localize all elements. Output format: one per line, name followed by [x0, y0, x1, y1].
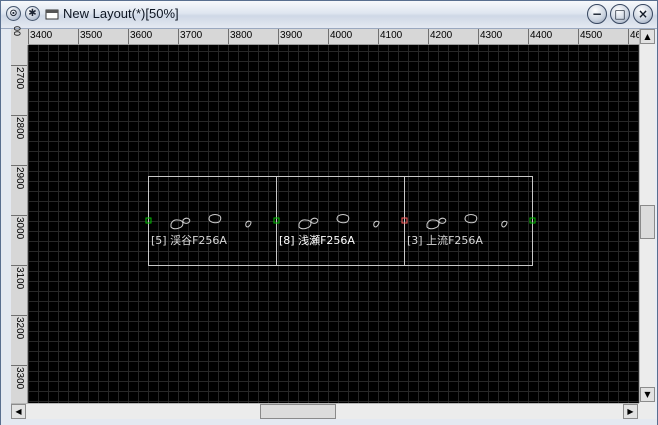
ruler-h-label: 3600	[130, 30, 153, 41]
ruler-h-tick	[278, 29, 279, 44]
ruler-h-tick	[28, 29, 29, 44]
arrow-right-icon: ▶	[627, 407, 634, 416]
ruler-h-tick	[78, 29, 79, 44]
window-title: New Layout(*)[50%]	[63, 6, 179, 21]
ruler-h-label: 3700	[180, 30, 203, 41]
ruler-h-label: 3800	[230, 30, 253, 41]
ruler-h-label: 3400	[30, 30, 53, 41]
ruler-h-label: 3500	[80, 30, 103, 41]
map-cell-3[interactable]	[426, 214, 508, 230]
title-bar[interactable]: ⊙ ✱ New Layout(*)[50%] − □ ×	[1, 1, 657, 29]
ruler-h-label: 4000	[330, 30, 353, 41]
ruler-h-label: 46	[630, 30, 639, 41]
scroll-right-button[interactable]: ▶	[623, 404, 638, 419]
window-menu-button[interactable]: ⊙	[6, 6, 21, 21]
window-bottom-edge	[1, 419, 657, 425]
vertical-scroll-thumb[interactable]	[640, 205, 655, 239]
ruler-h-tick	[228, 29, 229, 44]
ruler-h-label: 4100	[380, 30, 403, 41]
ruler-v-label: 2800	[14, 117, 25, 140]
layout-frame	[148, 176, 533, 266]
chevron-down-icon: ⊙	[9, 8, 18, 19]
ruler-h-tick	[178, 29, 179, 44]
arrow-down-icon: ▼	[644, 390, 651, 399]
scroll-left-button[interactable]: ◀	[11, 404, 26, 419]
ruler-h-tick	[528, 29, 529, 44]
horizontal-scrollbar[interactable]: ◀ ▶	[11, 403, 639, 419]
ruler-corner: 00	[11, 26, 28, 45]
ruler-h-tick	[328, 29, 329, 44]
ruler-v-tick	[11, 265, 27, 266]
close-button[interactable]: ×	[633, 4, 653, 24]
arrow-up-icon: ▲	[644, 32, 651, 41]
ruler-h-tick	[378, 29, 379, 44]
scroll-down-button[interactable]: ▼	[640, 387, 655, 402]
cell-label: [5] 渓谷F256A	[151, 234, 227, 247]
size-grip[interactable]	[639, 403, 655, 419]
layout-document-icon	[45, 9, 59, 20]
vertical-ruler: 2700 2800 2900 3000 3100 3200 3300	[11, 45, 28, 403]
ruler-v-tick	[11, 65, 27, 66]
ruler-corner-label: 00	[12, 26, 22, 37]
minimize-icon: −	[591, 7, 603, 21]
ruler-h-label: 3900	[280, 30, 303, 41]
vertical-scrollbar[interactable]: ▲ ▼	[639, 29, 655, 403]
pin-button[interactable]: ✱	[25, 6, 40, 21]
map-cell-2[interactable]	[298, 214, 380, 230]
horizontal-scroll-thumb[interactable]	[260, 404, 336, 419]
map-cell-1[interactable]	[170, 214, 252, 230]
ruler-h-tick	[578, 29, 579, 44]
ruler-v-label: 3000	[14, 217, 25, 240]
ruler-h-tick	[628, 29, 629, 44]
ruler-h-tick	[428, 29, 429, 44]
ruler-h-tick	[478, 29, 479, 44]
scroll-up-button[interactable]: ▲	[640, 29, 655, 44]
ruler-h-label: 4200	[430, 30, 453, 41]
ruler-v-label: 2700	[14, 67, 25, 90]
maximize-button[interactable]: □	[610, 4, 630, 24]
close-icon: ×	[637, 7, 649, 21]
pin-icon: ✱	[28, 8, 37, 19]
cell-label: [8] 浅瀬F256A	[279, 233, 355, 247]
maximize-icon: □	[614, 7, 626, 21]
ruler-h-label: 4300	[480, 30, 503, 41]
cell-label: [3] 上流F256A	[407, 233, 483, 247]
arrow-left-icon: ◀	[15, 407, 22, 416]
minimize-button[interactable]: −	[587, 4, 607, 24]
ruler-h-label: 4400	[530, 30, 553, 41]
ruler-h-tick	[128, 29, 129, 44]
ruler-v-tick	[11, 115, 27, 116]
layout-window: ⊙ ✱ New Layout(*)[50%] − □ × 00 3400 3500…	[0, 0, 658, 425]
ruler-v-tick	[11, 215, 27, 216]
ruler-v-label: 3200	[14, 317, 25, 340]
ruler-v-tick	[11, 315, 27, 316]
ruler-v-label: 3100	[14, 267, 25, 290]
ruler-h-label: 4500	[580, 30, 603, 41]
ruler-v-label: 3300	[14, 367, 25, 390]
layout-canvas[interactable]: [5] 渓谷F256A [8] 浅瀬F256A [3] 上流F256A	[28, 45, 639, 403]
ruler-v-tick	[11, 165, 27, 166]
layout-drawing: [5] 渓谷F256A [8] 浅瀬F256A [3] 上流F256A	[145, 176, 536, 266]
horizontal-ruler: 3400 3500 3600 3700 3800 3900 4000 4100 4200 4300…	[28, 29, 639, 45]
ruler-v-tick	[11, 365, 27, 366]
ruler-v-label: 2900	[14, 167, 25, 190]
window-left-edge	[1, 29, 11, 425]
